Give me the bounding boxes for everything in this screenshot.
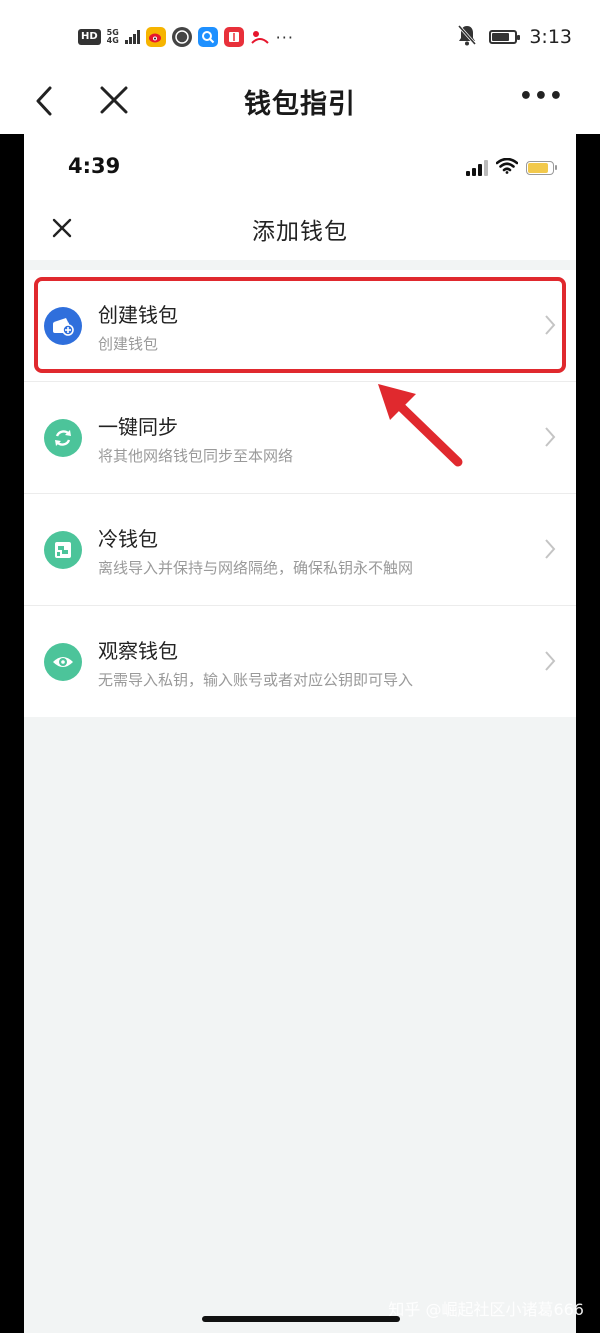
home-indicator[interactable]	[202, 1316, 400, 1322]
sync-icon	[44, 419, 82, 457]
list-item-title: 创建钱包	[98, 303, 178, 327]
page-title: 钱包指引	[244, 89, 356, 120]
add-wallet-title: 添加钱包	[252, 219, 348, 245]
eye-icon	[44, 643, 82, 681]
wifi-icon	[495, 157, 519, 178]
list-item-title: 一键同步	[98, 415, 178, 439]
hd-badge: HD	[78, 29, 101, 45]
cold-wallet-icon	[44, 531, 82, 569]
search-app-icon	[197, 27, 218, 47]
list-item-title: 冷钱包	[98, 527, 158, 551]
network-4g-label: 4G	[106, 36, 119, 45]
status-time: 3:13	[529, 26, 572, 48]
list-item-subtitle: 无需导入私钥，输入账号或者对应公钥即可导入	[98, 671, 414, 689]
inner-status-time: 4:39	[68, 154, 121, 178]
network-type-badge: 5G 4G	[107, 29, 119, 45]
weibo-icon	[145, 27, 166, 47]
list-item-title: 观察钱包	[98, 639, 178, 663]
list-item-sync-wallet[interactable]: 一键同步 将其他网络钱包同步至本网络	[24, 382, 576, 494]
more-notifications-indicator: ···	[275, 27, 294, 47]
more-menu-button[interactable]: •••	[519, 84, 564, 109]
bell-muted-icon	[457, 24, 477, 50]
inner-status-bar: 4:39	[24, 134, 576, 198]
inner-battery-icon	[526, 161, 557, 175]
status-right-icons: 3:13	[457, 24, 572, 50]
chevron-right-icon	[545, 651, 556, 671]
status-left-icons: HD 5G 4G ···	[78, 26, 294, 48]
chevron-right-icon	[545, 427, 556, 447]
outer-status-bar: HD 5G 4G ··· 3:13	[0, 0, 600, 70]
wallet-options-list: 创建钱包 创建钱包 一键同步 将其他网络钱包同步至本网络 冷钱包 离线导入并保持…	[24, 270, 576, 717]
chevron-right-icon	[545, 539, 556, 559]
browser-nav-bar: 钱包指引 •••	[0, 70, 600, 134]
list-item-cold-wallet[interactable]: 冷钱包 离线导入并保持与网络隔绝，确保私钥永不触网	[24, 494, 576, 606]
watermark: 知乎 @崛起社区小诸葛666	[388, 1300, 584, 1319]
add-wallet-header: 添加钱包	[24, 198, 576, 260]
inner-status-icons	[466, 157, 557, 178]
compass-app-icon	[171, 27, 192, 47]
sina-app-icon	[249, 27, 270, 47]
cellular-signal-icon	[466, 160, 488, 176]
embedded-screenshot: 4:39 添加钱包 创建钱包 创建钱包 一键同步 将其他网络钱包同步至本网络 冷…	[24, 134, 576, 1333]
book-app-icon	[223, 27, 244, 47]
list-item-watch-wallet[interactable]: 观察钱包 无需导入私钥，输入账号或者对应公钥即可导入	[24, 606, 576, 717]
list-item-subtitle: 创建钱包	[98, 335, 159, 353]
chevron-right-icon	[545, 315, 556, 335]
signal-icon	[124, 30, 140, 44]
list-item-subtitle: 离线导入并保持与网络隔绝，确保私钥永不触网	[98, 559, 414, 577]
battery-icon	[489, 30, 521, 44]
wallet-plus-icon	[44, 307, 82, 345]
embedded-screenshot-frame: 4:39 添加钱包 创建钱包 创建钱包 一键同步 将其他网络钱包同步至本网络 冷…	[0, 134, 600, 1333]
list-item-subtitle: 将其他网络钱包同步至本网络	[98, 447, 294, 465]
list-item-create-wallet[interactable]: 创建钱包 创建钱包	[24, 270, 576, 382]
